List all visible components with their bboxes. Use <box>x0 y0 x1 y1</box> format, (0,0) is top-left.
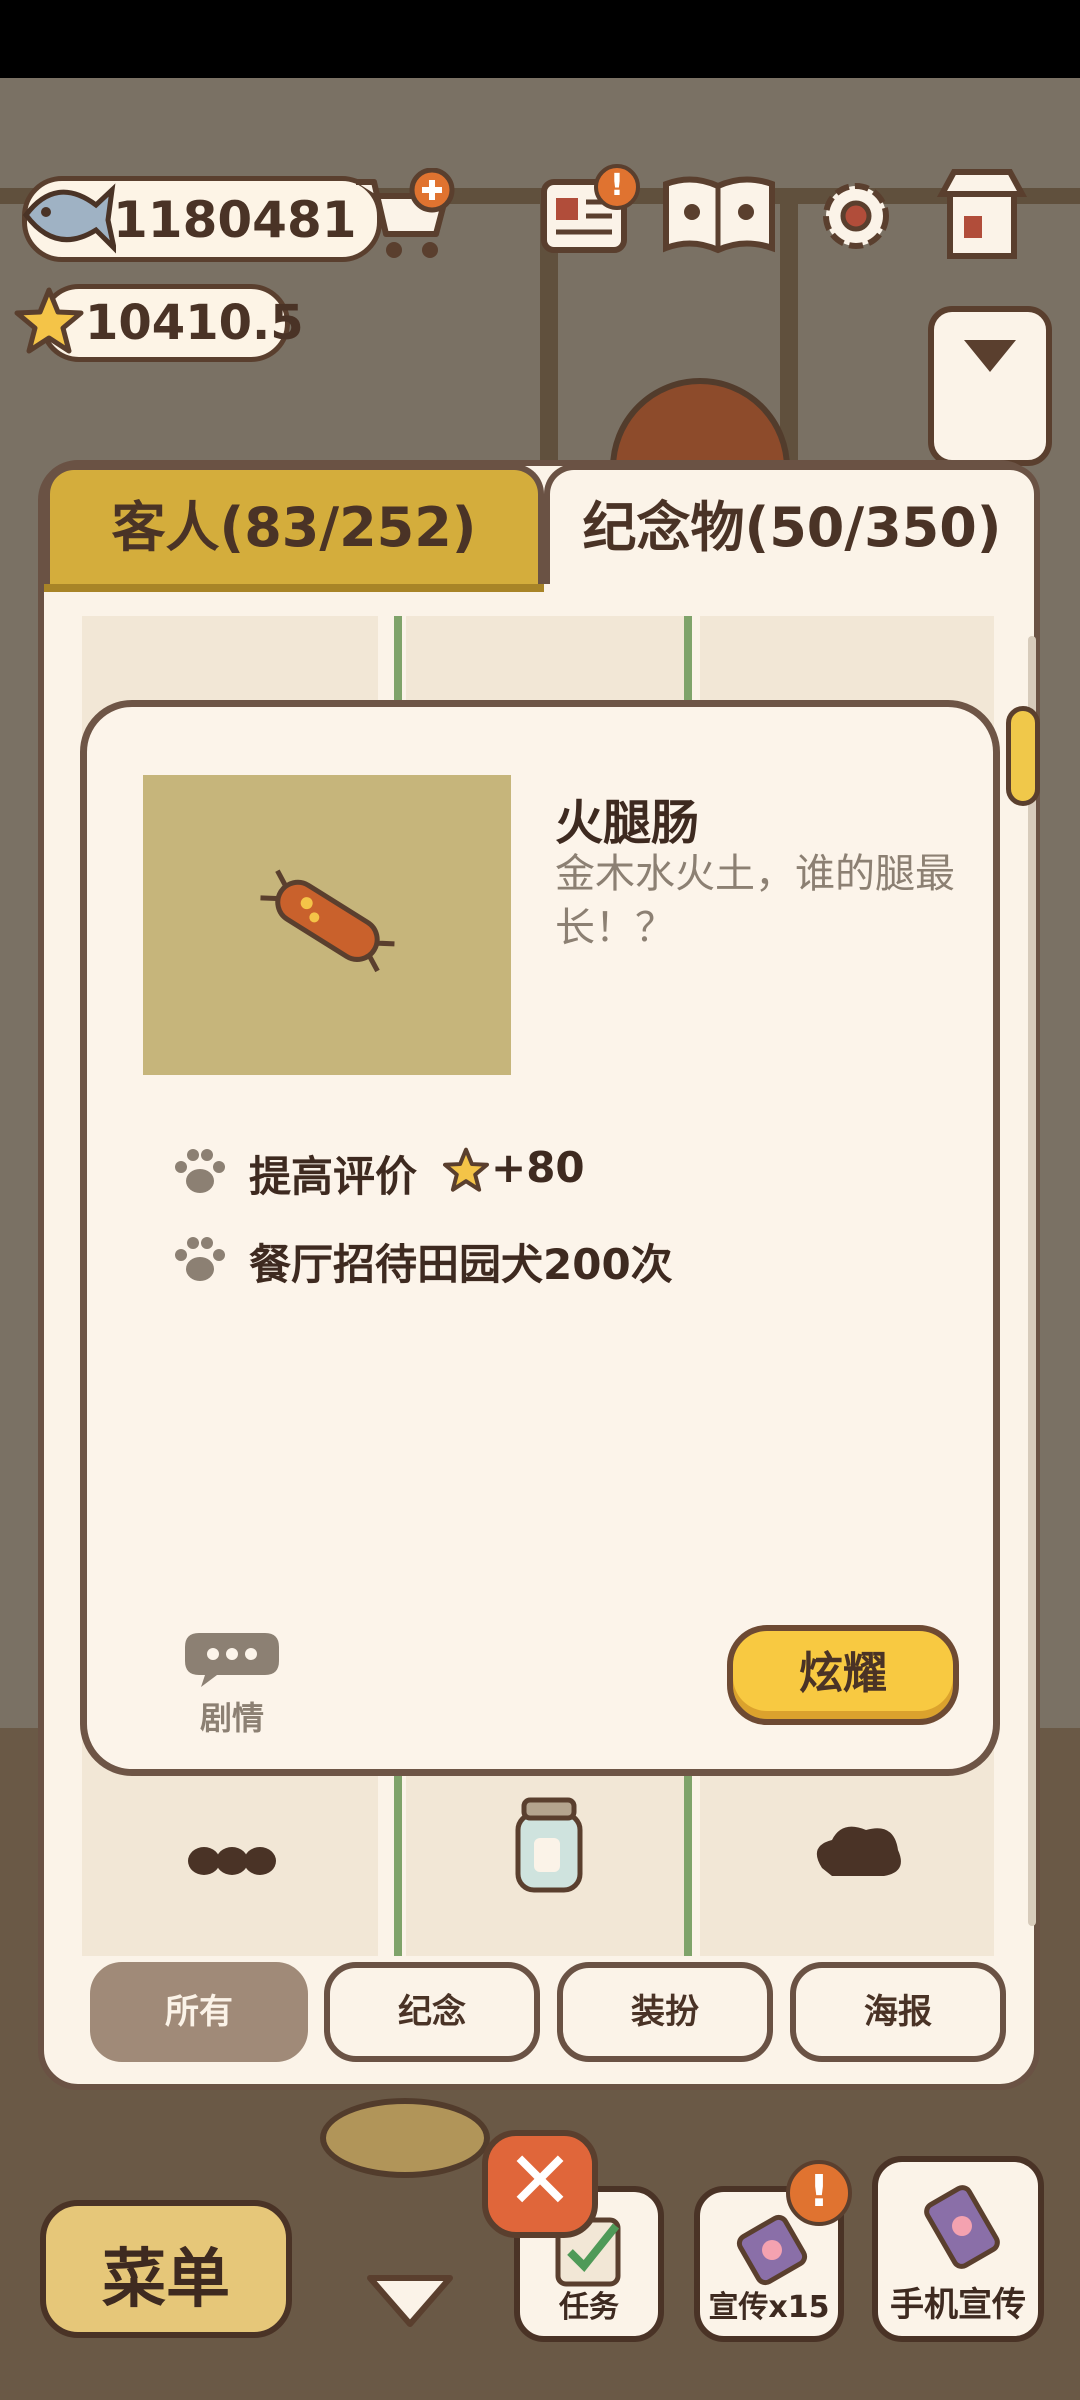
item-description: 金木水火土，谁的腿最长！？ <box>555 851 955 951</box>
item-name: 火腿肠 <box>555 795 700 851</box>
promotion-alert-badge: ! <box>786 2160 852 2226</box>
fish-count: 1180481 <box>113 191 357 249</box>
scrollbar-thumb[interactable] <box>1006 706 1040 806</box>
sausage-icon <box>260 869 395 973</box>
phone-promotion-button[interactable]: 手机宣传 <box>872 2156 1044 2342</box>
tab-guests[interactable]: 客人(83/252) <box>44 464 544 592</box>
star-rating: 10410.5 <box>85 295 304 351</box>
collection-book-button[interactable] <box>660 168 778 264</box>
item-detail-popup: 火腿肠 金木水火土，谁的腿最长！？ 提高评价 +80 餐厅招待田园犬200次 剧… <box>80 700 1000 1776</box>
ranking-side-button[interactable] <box>928 306 1052 466</box>
scrollbar-track[interactable] <box>1028 636 1036 1926</box>
shop-button[interactable] <box>934 164 1030 260</box>
menu-button[interactable]: 菜单 <box>40 2200 292 2338</box>
menu-label: 菜单 <box>102 2243 230 2317</box>
tab-souvenirs[interactable]: 纪念物(50/350) <box>544 464 1040 584</box>
notebook-alert-badge: ! <box>594 164 640 210</box>
cart-icon <box>356 167 455 258</box>
effect-condition-text: 餐厅招待田园犬200次 <box>249 1240 673 1289</box>
souvenir-slot-jar[interactable] <box>504 1796 594 1896</box>
story-button[interactable]: 剧情 <box>177 1627 287 1737</box>
item-image <box>143 775 511 1075</box>
shop-cart-button[interactable] <box>350 167 456 264</box>
status-bar <box>0 0 1080 78</box>
promotion-label: 宣传x15 <box>708 2290 830 2325</box>
paw-icon <box>175 1237 225 1281</box>
settings-button[interactable] <box>808 168 904 264</box>
chevron-down-icon <box>964 340 1016 372</box>
filter-all[interactable]: 所有 <box>90 1962 308 2062</box>
collapse-chevron-icon[interactable] <box>362 2270 458 2332</box>
filter-poster[interactable]: 海报 <box>790 1962 1006 2062</box>
filter-memorial[interactable]: 纪念 <box>324 1962 540 2062</box>
speech-bubble-icon <box>185 1633 279 1687</box>
phone-icon <box>924 2185 1000 2269</box>
star-icon <box>14 287 84 354</box>
show-off-button[interactable]: 炫耀 <box>727 1625 959 1725</box>
souvenir-slot-cloud[interactable] <box>808 1816 908 1886</box>
souvenir-slot-candy[interactable] <box>184 1831 280 1891</box>
fish-icon <box>22 183 116 254</box>
tasks-label: 任务 <box>559 2290 619 2325</box>
effect-rating-text: 提高评价 <box>249 1152 418 1201</box>
paw-icon <box>175 1149 225 1193</box>
flyer-icon <box>736 2214 808 2286</box>
book-icon <box>663 176 775 254</box>
filter-costume[interactable]: 装扮 <box>557 1962 773 2062</box>
effect-rating-bonus: +80 <box>491 1143 585 1192</box>
close-button[interactable]: ✕ <box>482 2130 598 2238</box>
phone-promotion-label: 手机宣传 <box>890 2285 1026 2325</box>
gear-icon <box>823 183 889 249</box>
star-icon <box>443 1147 489 1192</box>
story-label: 剧情 <box>199 1699 264 1737</box>
store-icon <box>936 169 1028 259</box>
